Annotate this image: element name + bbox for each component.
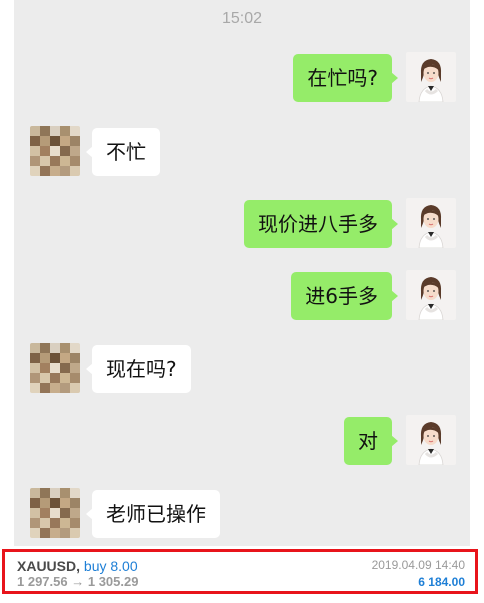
open-price: 1 297.56	[17, 574, 68, 589]
outgoing-message-bubble[interactable]: 进6手多	[291, 272, 398, 320]
trade-direction: buy 8.00	[83, 558, 138, 574]
message-row-incoming: 不忙	[14, 126, 470, 178]
message-row-outgoing: 现价进八手多	[14, 198, 470, 250]
trade-symbol-line: XAUUSD, buy 8.00	[17, 558, 138, 574]
message-row-outgoing: 对	[14, 415, 470, 467]
trade-datetime: 2019.04.09 14:40	[371, 558, 465, 572]
trade-profit: 6 184.00	[418, 575, 465, 589]
incoming-message-bubble[interactable]: 老师已操作	[86, 490, 220, 538]
message-row-outgoing: 进6手多	[14, 270, 470, 322]
pixelated-avatar-icon[interactable]	[30, 488, 80, 538]
chat-timestamp: 15:02	[221, 10, 263, 27]
message-row-incoming: 现在吗?	[14, 343, 470, 395]
woman-avatar-icon[interactable]	[406, 270, 456, 320]
pixelated-avatar-icon[interactable]	[30, 343, 80, 393]
message-row-incoming: 老师已操作	[14, 488, 470, 540]
close-price: 1 305.29	[87, 574, 139, 589]
trade-symbol: XAUUSD,	[17, 558, 81, 574]
trade-price-line: 1 297.56 → 1 305.29	[17, 574, 138, 589]
incoming-message-bubble[interactable]: 不忙	[86, 128, 160, 176]
message-row-outgoing: 在忙吗?	[14, 52, 470, 104]
woman-avatar-icon[interactable]	[406, 415, 456, 465]
chat-window[interactable]: 15:02 在忙吗? 不忙 现价进八手多 进6手多 现在吗? 对 老师已操作	[14, 0, 470, 546]
arrow-right-icon: →	[71, 574, 85, 589]
outgoing-message-bubble[interactable]: 现价进八手多	[244, 200, 398, 248]
woman-avatar-icon[interactable]	[406, 52, 456, 102]
pixelated-avatar-icon[interactable]	[30, 126, 80, 176]
woman-avatar-icon[interactable]	[406, 198, 456, 248]
outgoing-message-bubble[interactable]: 在忙吗?	[293, 54, 398, 102]
screenshot: 15:02 在忙吗? 不忙 现价进八手多 进6手多 现在吗? 对 老师已操作 X…	[0, 0, 484, 603]
incoming-message-bubble[interactable]: 现在吗?	[86, 345, 191, 393]
outgoing-message-bubble[interactable]: 对	[344, 417, 398, 465]
trade-record-highlight[interactable]: XAUUSD, buy 8.00 1 297.56 → 1 305.29 201…	[2, 549, 478, 594]
